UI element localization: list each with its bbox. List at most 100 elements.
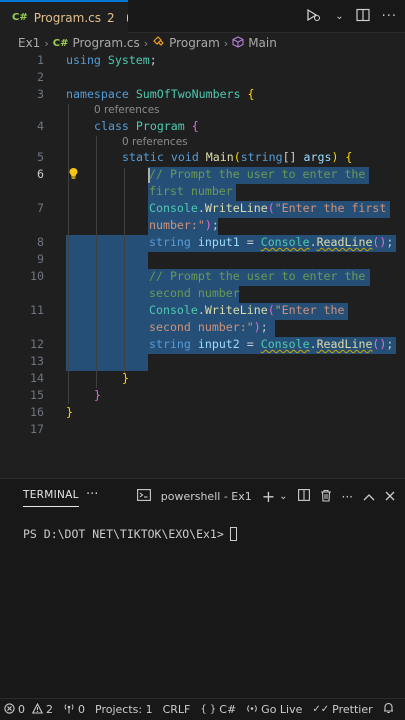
prettier-status[interactable]: ✓✓ Prettier xyxy=(312,703,372,716)
code-editor[interactable]: 1 2 3 4 5 6 7 8 9 10 11 12 13 14 15 16 1… xyxy=(0,53,405,478)
split-terminal-icon[interactable] xyxy=(297,489,310,504)
status-bar: 0 2 0 Projects: 1 CRLF { } C# Go Live ✓✓… xyxy=(0,698,405,720)
line-number: 4 xyxy=(37,119,44,133)
broadcast-icon xyxy=(63,703,75,717)
line-number: 9 xyxy=(37,252,44,266)
panel-header: TERMINAL ··· powershell - Ex1 + ⌄ ··· xyxy=(0,479,405,517)
error-count: 0 xyxy=(18,703,25,716)
broadcast-icon xyxy=(246,703,258,717)
line-number: 5 xyxy=(37,150,44,164)
csharp-file-icon: C# xyxy=(52,37,69,49)
terminal-prompt: PS D:\DOT NET\TIKTOK\EXO\Ex1> xyxy=(23,527,224,541)
more-actions-icon[interactable]: ··· xyxy=(382,9,397,24)
terminal-panel: TERMINAL ··· powershell - Ex1 + ⌄ ··· PS… xyxy=(0,478,405,698)
unsaved-dot-icon[interactable] xyxy=(126,13,128,22)
go-live-button[interactable]: Go Live xyxy=(246,703,302,717)
terminal-shell-name[interactable]: powershell - Ex1 xyxy=(161,490,252,503)
projects-status[interactable]: Projects: 1 xyxy=(95,703,153,716)
code-line-15: } xyxy=(94,388,101,402)
line-number: 17 xyxy=(30,422,44,436)
trash-icon[interactable] xyxy=(320,489,332,505)
line-number: 12 xyxy=(30,337,44,351)
code-line-6: // Prompt the user to enter the xyxy=(149,167,366,181)
code-line-11-wrap: second number:"); xyxy=(149,320,268,334)
more-views-icon[interactable]: ··· xyxy=(86,487,98,502)
code-line-16: } xyxy=(66,405,73,419)
error-icon xyxy=(4,702,15,717)
code-line-14: } xyxy=(122,371,129,385)
breadcrumb: Ex1 › C# Program.cs › Program › Main xyxy=(0,33,405,53)
tab-problem-count: 2 xyxy=(107,10,115,25)
warning-icon xyxy=(31,702,44,717)
terminal-prompt-line[interactable]: PS D:\DOT NET\TIKTOK\EXO\Ex1> xyxy=(23,527,237,541)
split-editor-icon[interactable] xyxy=(355,8,370,26)
chevron-right-icon: › xyxy=(143,36,149,50)
panel-actions: powershell - Ex1 + ⌄ ··· xyxy=(136,487,395,506)
editor-tab-bar: C# Program.cs 2 ⌄ ··· xyxy=(0,0,405,33)
codelens-references[interactable]: 0 references xyxy=(94,104,160,116)
code-line-1: using System; xyxy=(66,53,157,67)
chevron-right-icon: › xyxy=(44,36,49,50)
line-number: 7 xyxy=(37,201,44,215)
line-number: 13 xyxy=(30,354,44,368)
tab-program-cs[interactable]: C# Program.cs 2 xyxy=(0,0,128,33)
code-line-11: Console.WriteLine("Enter the xyxy=(149,303,345,317)
terminal-cursor xyxy=(229,527,237,541)
line-number: 8 xyxy=(37,235,44,249)
tab-label: Program.cs xyxy=(33,10,102,25)
code-line-12: string input2 = Console.ReadLine(); xyxy=(149,337,394,351)
line-number: 10 xyxy=(30,269,44,283)
tab-terminal[interactable]: TERMINAL xyxy=(23,489,79,507)
language-mode: C# xyxy=(219,703,237,716)
problems-status[interactable]: 0 2 xyxy=(4,702,53,717)
lightbulb-icon[interactable] xyxy=(68,167,79,183)
code-line-10-wrap: second number xyxy=(149,286,240,300)
breadcrumb-class[interactable]: Program xyxy=(169,36,220,50)
go-live-label: Go Live xyxy=(261,703,303,716)
close-icon[interactable] xyxy=(385,490,395,504)
bell-icon xyxy=(383,702,394,717)
line-number: 16 xyxy=(30,405,44,419)
run-debug-icon[interactable] xyxy=(305,8,323,26)
code-line-7-wrap: number:"); xyxy=(149,218,219,232)
code-line-3: namespace SumOfTwoNumbers { xyxy=(66,87,255,101)
selection-highlight xyxy=(66,252,148,269)
breadcrumb-file[interactable]: Program.cs xyxy=(72,36,139,50)
csharp-file-icon: C# xyxy=(12,12,28,23)
line-number: 11 xyxy=(30,303,44,317)
add-terminal-icon[interactable]: + xyxy=(262,487,275,506)
line-number: 15 xyxy=(30,388,44,402)
codelens-references[interactable]: 0 references xyxy=(122,136,188,148)
line-number: 2 xyxy=(37,70,44,84)
warning-count: 2 xyxy=(46,703,53,716)
more-actions-icon[interactable]: ··· xyxy=(342,490,353,504)
chevron-down-icon[interactable]: ⌄ xyxy=(279,491,287,502)
indent-guide xyxy=(124,168,125,373)
language-status[interactable]: { } C# xyxy=(200,703,236,716)
class-icon xyxy=(152,35,165,51)
notifications-status[interactable] xyxy=(383,702,394,717)
terminal-icon xyxy=(136,489,151,504)
code-line-7: Console.WriteLine("Enter the first xyxy=(149,201,387,215)
method-cube-icon xyxy=(232,35,244,51)
chevron-right-icon: › xyxy=(223,36,229,50)
code-line-10: // Prompt the user to enter the xyxy=(149,269,366,283)
code-line-6-wrap: first number xyxy=(149,184,233,198)
breadcrumb-method[interactable]: Main xyxy=(248,36,277,50)
chevron-down-icon[interactable]: ⌄ xyxy=(335,11,343,22)
editor-actions: ⌄ ··· xyxy=(305,0,397,33)
line-number: 3 xyxy=(37,87,44,101)
braces-icon: { } xyxy=(200,704,217,715)
selection-highlight xyxy=(66,354,148,371)
indent-guide xyxy=(68,104,69,404)
code-line-8: string input1 = Console.ReadLine(); xyxy=(149,235,394,249)
breadcrumb-folder[interactable]: Ex1 xyxy=(18,36,40,50)
maximize-panel-icon[interactable] xyxy=(363,490,375,504)
code-line-4: class Program { xyxy=(94,119,199,133)
line-number: 1 xyxy=(37,53,44,67)
ports-status[interactable]: 0 xyxy=(63,703,85,717)
eol-status[interactable]: CRLF xyxy=(163,703,191,716)
code-line-5: static void Main(string[] args) { xyxy=(122,150,353,164)
prettier-label: Prettier xyxy=(332,703,373,716)
line-number: 6 xyxy=(37,167,44,181)
